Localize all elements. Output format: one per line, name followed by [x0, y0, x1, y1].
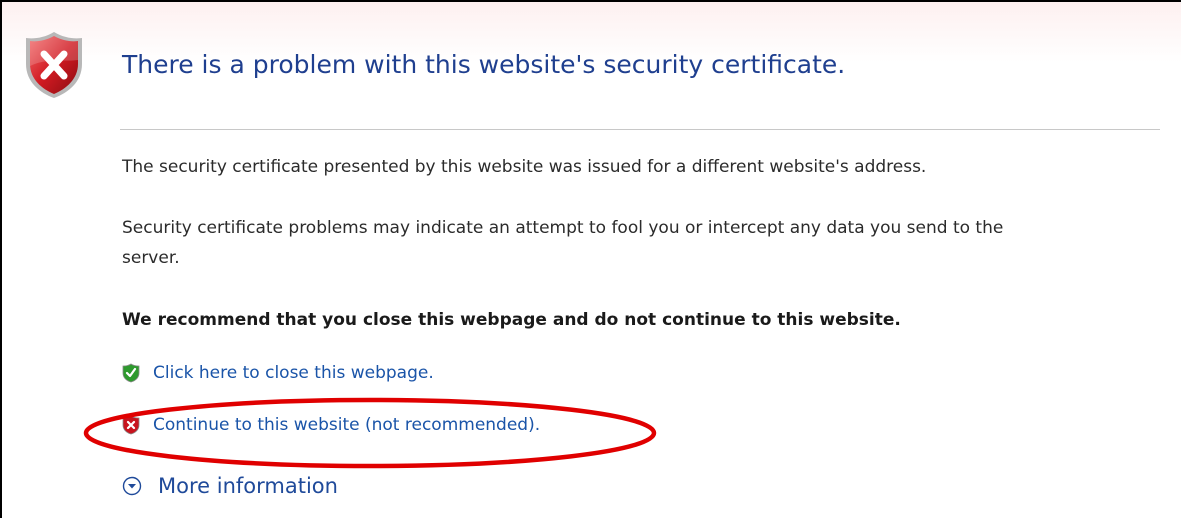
- issue-description: The security certificate presented by th…: [122, 157, 927, 177]
- divider: [120, 129, 1160, 130]
- certificate-error-page: There is a problem with this website's s…: [0, 0, 1181, 518]
- continue-website-link[interactable]: Continue to this website (not recommende…: [153, 415, 540, 435]
- expand-circle-icon[interactable]: [122, 476, 142, 496]
- more-information-toggle[interactable]: More information: [122, 474, 338, 498]
- risk-description-line-2: server.: [122, 248, 180, 268]
- risk-description-line-1: Security certificate problems may indica…: [122, 218, 1004, 238]
- recommendation-text: We recommend that you close this webpage…: [122, 310, 901, 330]
- shield-error-icon: [122, 415, 140, 435]
- close-webpage-link-row[interactable]: Click here to close this webpage.: [122, 363, 434, 383]
- shield-ok-icon: [122, 363, 140, 383]
- shield-error-icon: [26, 32, 82, 98]
- continue-website-link-row[interactable]: Continue to this website (not recommende…: [122, 415, 540, 435]
- close-webpage-link[interactable]: Click here to close this webpage.: [153, 363, 434, 383]
- more-information-link[interactable]: More information: [158, 474, 338, 498]
- page-title: There is a problem with this website's s…: [122, 50, 846, 79]
